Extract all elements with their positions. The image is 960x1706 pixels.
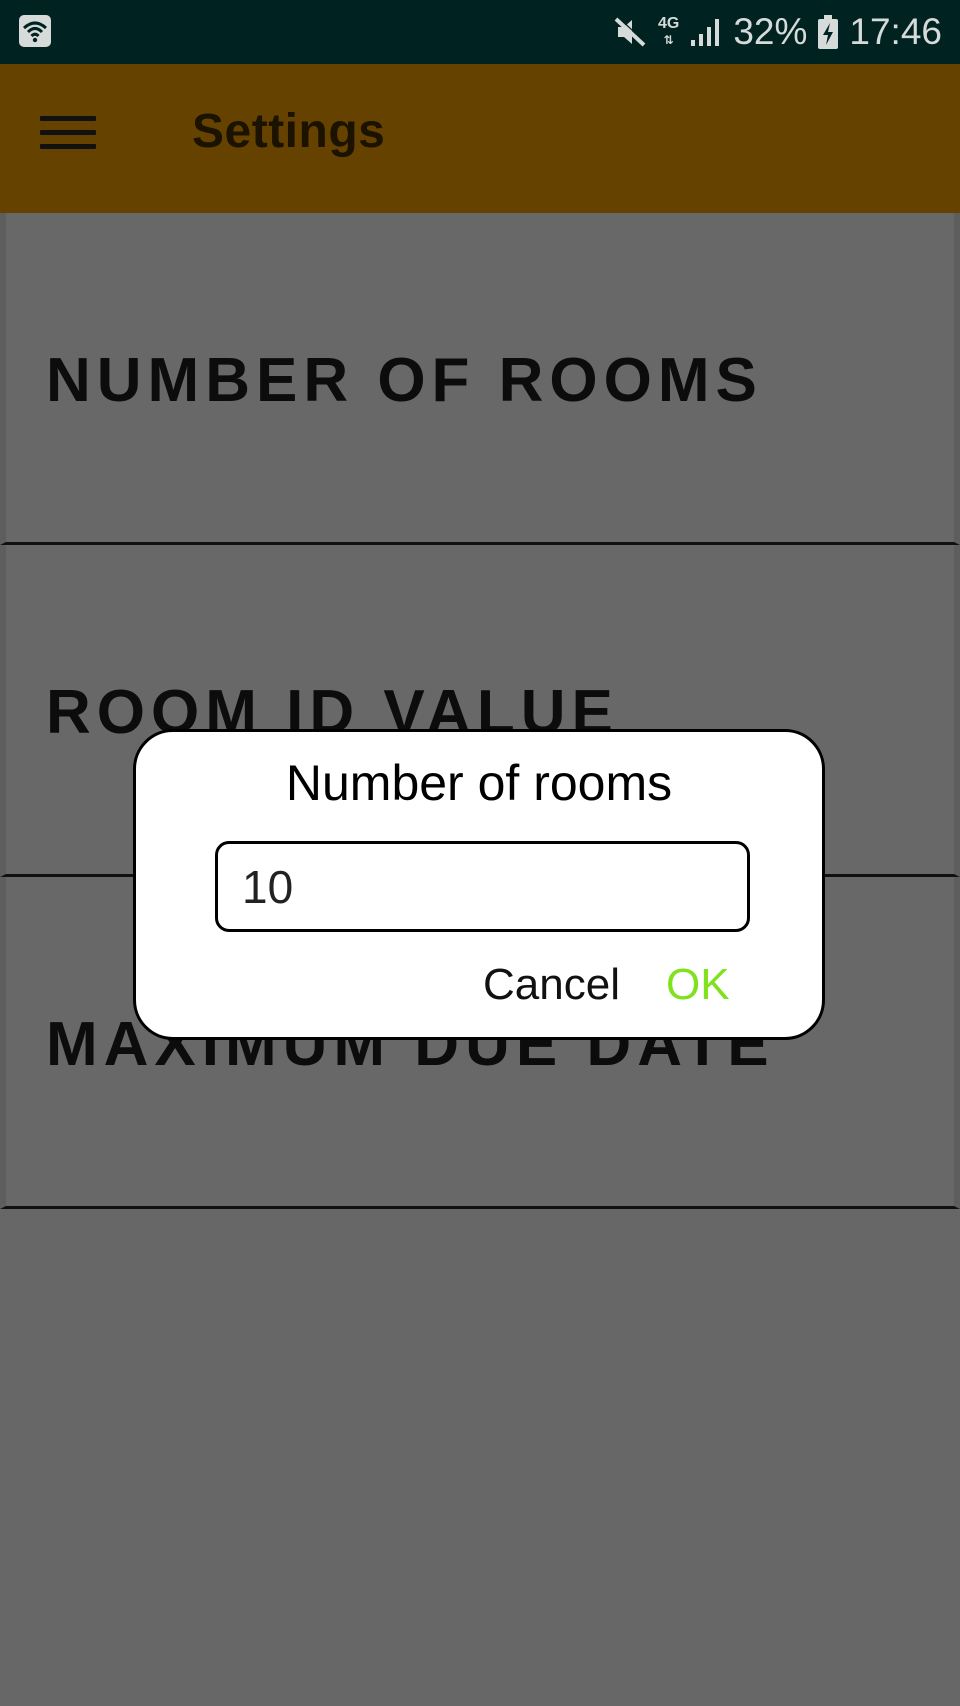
dialog-title: Number of rooms — [285, 755, 673, 811]
number-of-rooms-dialog: Number of rooms Cancel OK — [133, 729, 825, 1040]
battery-charging-icon — [818, 15, 839, 49]
rooms-count-input[interactable] — [215, 841, 750, 932]
app-toolbar: Settings — [0, 64, 960, 213]
mute-icon — [614, 16, 647, 47]
status-bar: 4G ⇅ 32% 17:46 — [0, 0, 960, 64]
signal-icon — [691, 19, 720, 46]
cancel-button[interactable]: Cancel — [483, 960, 620, 1010]
ok-button[interactable]: OK — [666, 960, 730, 1010]
setting-number-of-rooms[interactable]: NUMBER OF ROOMS — [0, 213, 960, 545]
settings-list: NUMBER OF ROOMS ROOM ID VALUE MAXIMUM DU… — [0, 213, 960, 1209]
page-title: Settings — [192, 105, 386, 158]
hamburger-menu-icon[interactable] — [40, 116, 96, 160]
setting-label: NUMBER OF ROOMS — [46, 346, 763, 415]
wifi-icon — [19, 15, 51, 47]
network-type: 4G ⇅ — [658, 15, 680, 48]
clock: 17:46 — [849, 11, 942, 52]
battery-percent: 32% — [733, 11, 808, 52]
